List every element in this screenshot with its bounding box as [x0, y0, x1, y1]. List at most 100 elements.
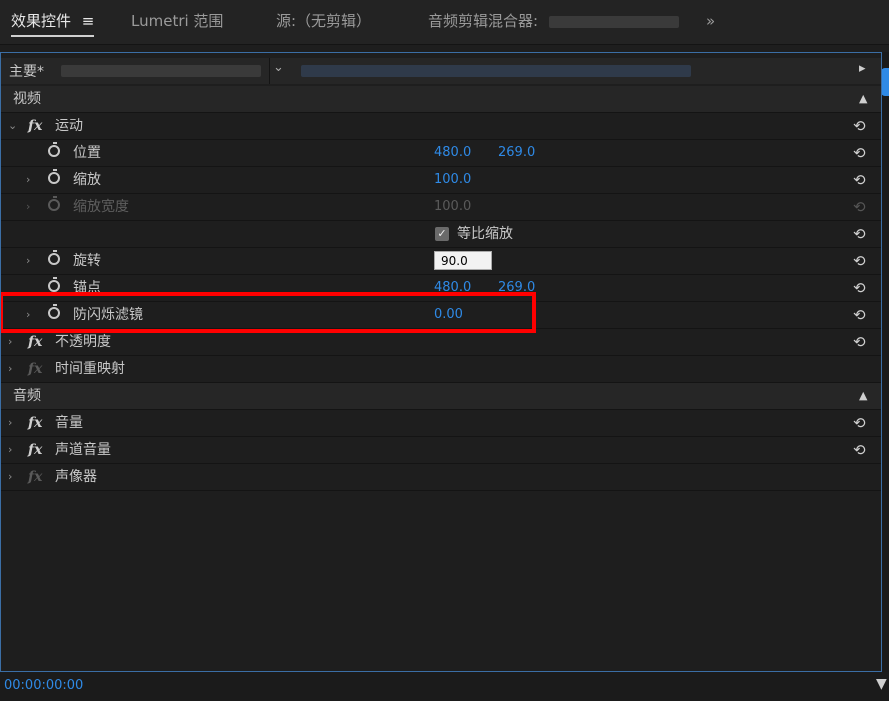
- reset-icon: ⟲: [853, 198, 866, 216]
- stopwatch-icon[interactable]: [48, 304, 60, 319]
- section-header-video: 视频 ▲: [1, 86, 881, 113]
- tab-lumetri-scopes[interactable]: Lumetri 范围: [131, 10, 223, 32]
- expand-right-icon: ›: [26, 200, 31, 213]
- effect-row-motion[interactable]: ⌄ fx 运动 ⟲: [1, 113, 881, 140]
- effect-name: 声像器: [55, 469, 97, 485]
- param-row-scale: › 缩放 100.0 ⟲: [1, 167, 881, 194]
- fx-icon: fx: [28, 469, 43, 485]
- rotation-value-input[interactable]: 90.0: [434, 251, 492, 270]
- tabs-overflow-button[interactable]: »: [706, 10, 715, 32]
- param-label: 缩放: [73, 172, 101, 188]
- reset-icon[interactable]: ⟲: [853, 275, 866, 301]
- overflow-icon: »: [706, 12, 716, 30]
- param-label: 旋转: [73, 253, 101, 269]
- reset-icon[interactable]: ⟲: [853, 221, 866, 247]
- fx-icon[interactable]: fx: [28, 410, 42, 436]
- param-row-anti-flicker: › 防闪烁滤镜 0.00 ⟲: [1, 302, 881, 329]
- scroll-thumb[interactable]: [881, 68, 889, 96]
- stopwatch-icon: [48, 196, 60, 211]
- scale-width-value: 100.0: [434, 199, 472, 214]
- effect-name: 音量: [55, 415, 83, 431]
- reset-icon[interactable]: ⟲: [853, 437, 866, 463]
- effect-name: 运动: [55, 118, 83, 134]
- divider: [269, 58, 270, 84]
- panel-menu-icon[interactable]: ≡: [82, 12, 95, 30]
- section-title: 视频: [13, 91, 41, 107]
- checkbox-label: 等比缩放: [457, 226, 513, 242]
- stopwatch-icon[interactable]: [48, 142, 60, 157]
- redacted-text: [301, 65, 691, 77]
- reset-icon[interactable]: ⟲: [853, 302, 866, 328]
- expand-right-icon[interactable]: ›: [26, 302, 30, 328]
- position-y-value[interactable]: 269.0: [498, 140, 535, 166]
- fx-icon[interactable]: fx: [28, 437, 42, 463]
- timecode-display[interactable]: 00:00:00:00: [4, 678, 83, 693]
- tab-label: Lumetri 范围: [131, 12, 224, 30]
- reset-icon[interactable]: ⟲: [853, 113, 866, 139]
- expand-right-icon[interactable]: ›: [8, 410, 12, 436]
- fx-icon[interactable]: fx: [28, 329, 42, 355]
- param-label: 位置: [73, 145, 101, 161]
- reset-icon[interactable]: ⟲: [853, 140, 866, 166]
- anti-flicker-value[interactable]: 0.00: [434, 302, 463, 328]
- reset-icon[interactable]: ⟲: [853, 410, 866, 436]
- uniform-scale-checkbox[interactable]: ✓: [435, 227, 449, 241]
- active-tab-underline: [11, 35, 95, 37]
- param-row-rotation: › 旋转 90.0 ⟲: [1, 248, 881, 275]
- tab-label: 源:（无剪辑）: [276, 12, 372, 30]
- param-row-anchor: 锚点 480.0 269.0 ⟲: [1, 275, 881, 302]
- vertical-scrollbar[interactable]: [881, 52, 889, 672]
- expand-down-icon[interactable]: ⌄: [8, 113, 17, 139]
- section-title: 音频: [13, 388, 41, 404]
- show-timeline-toggle-icon[interactable]: ▸: [859, 61, 866, 76]
- scale-value[interactable]: 100.0: [434, 167, 471, 193]
- fx-icon: fx: [28, 361, 43, 377]
- param-row-scale-width: › 缩放宽度 100.0 ⟲: [1, 194, 881, 221]
- filter-funnel-icon[interactable]: ▼: [876, 676, 887, 692]
- redacted-text: [61, 65, 261, 77]
- effect-controls-panel: 主要* ⌄ ▸ 视频 ▲ ⌄ fx 运动 ⟲ 位置 480.0 269.0 ⟲ …: [0, 52, 882, 672]
- tab-label: 效果控件: [11, 12, 72, 30]
- expand-right-icon[interactable]: ›: [8, 437, 12, 463]
- expand-right-icon[interactable]: ›: [8, 356, 12, 382]
- reset-icon[interactable]: ⟲: [853, 329, 866, 355]
- fx-icon[interactable]: fx: [28, 113, 42, 139]
- tab-source[interactable]: 源:（无剪辑）: [276, 10, 371, 32]
- master-clip-label[interactable]: 主要*: [9, 61, 44, 81]
- section-header-audio: 音频 ▲: [1, 383, 881, 410]
- stopwatch-icon[interactable]: [48, 169, 60, 184]
- tab-effect-controls[interactable]: 效果控件 ≡: [11, 10, 95, 37]
- expand-right-icon[interactable]: ›: [8, 464, 12, 490]
- expand-right-icon[interactable]: ›: [26, 248, 30, 274]
- param-label: 锚点: [73, 280, 101, 296]
- param-row-position: 位置 480.0 269.0 ⟲: [1, 140, 881, 167]
- panel-footer: 00:00:00:00 ▼: [0, 672, 889, 701]
- param-row-uniform-scale: ✓ 等比缩放 ⟲: [1, 221, 881, 248]
- stopwatch-icon[interactable]: [48, 277, 60, 292]
- expand-right-icon[interactable]: ›: [8, 329, 12, 355]
- reset-icon[interactable]: ⟲: [853, 167, 866, 193]
- collapse-icon[interactable]: ▲: [859, 86, 867, 112]
- source-clip-bar: 主要* ⌄ ▸: [1, 58, 881, 84]
- anchor-x-value[interactable]: 480.0: [434, 275, 471, 301]
- expand-right-icon[interactable]: ›: [26, 167, 30, 193]
- tab-label: 音频剪辑混合器:: [428, 12, 539, 30]
- param-label: 缩放宽度: [73, 199, 129, 215]
- effect-name: 不透明度: [55, 334, 111, 350]
- clip-dropdown-chevron-icon[interactable]: ⌄: [273, 60, 284, 75]
- param-label: 防闪烁滤镜: [73, 307, 143, 323]
- panel-tab-bar: 效果控件 ≡ Lumetri 范围 源:（无剪辑） 音频剪辑混合器: »: [0, 0, 889, 45]
- position-x-value[interactable]: 480.0: [434, 140, 471, 166]
- effect-row-opacity[interactable]: › fx 不透明度 ⟲: [1, 329, 881, 356]
- anchor-y-value[interactable]: 269.0: [498, 275, 535, 301]
- redacted-text: [548, 15, 679, 28]
- effect-name: 声道音量: [55, 442, 111, 458]
- effect-row-time-remap[interactable]: › fx 时间重映射: [1, 356, 881, 383]
- reset-icon[interactable]: ⟲: [853, 248, 866, 274]
- effect-row-channel-volume[interactable]: › fx 声道音量 ⟲: [1, 437, 881, 464]
- collapse-icon[interactable]: ▲: [859, 383, 867, 409]
- stopwatch-icon[interactable]: [48, 250, 60, 265]
- effect-row-volume[interactable]: › fx 音量 ⟲: [1, 410, 881, 437]
- effect-row-panner[interactable]: › fx 声像器: [1, 464, 881, 491]
- tab-audio-clip-mixer[interactable]: 音频剪辑混合器:: [428, 10, 679, 32]
